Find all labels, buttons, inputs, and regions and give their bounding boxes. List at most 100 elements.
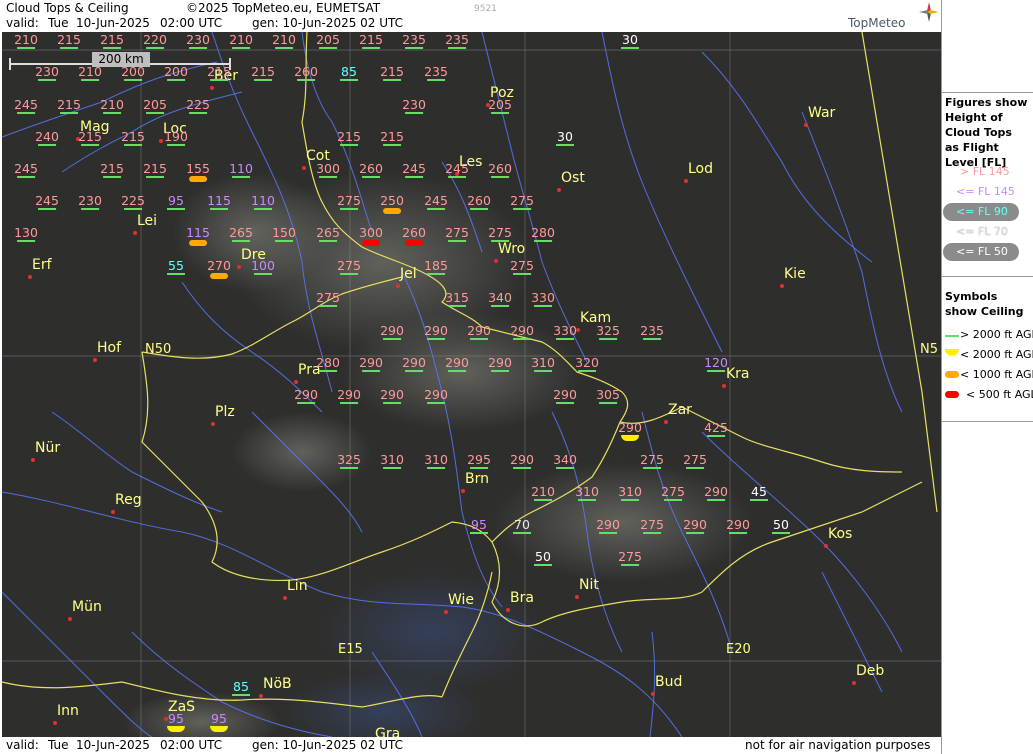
city-label: Bra [510,590,534,606]
cloud-top-value: 110 [229,161,253,178]
cloud-top-value: 200 [164,64,188,81]
ceiling-symbol [490,112,509,114]
cloud-top-value: 30 [556,129,574,146]
cloud-top-label: 215 [121,129,145,144]
ceiling-symbol [231,47,250,49]
legend-fl-70: <= FL 70 [956,225,1008,238]
ceiling-symbol [404,112,423,114]
ceiling-symbol [188,112,207,114]
ceiling-symbol [123,79,142,81]
gen-time: gen: 10-Jun-2025 02 UTC [252,16,404,30]
cloud-top-value: 205 [316,32,340,49]
ceiling-symbol [620,564,639,566]
cloud-top-value: 155 [186,161,210,182]
cloud-top-label: 110 [229,161,253,176]
cloud-top-label: 95 [471,517,487,532]
city-marker [684,179,688,183]
ceiling-symbol [145,176,164,178]
cloud-top-value: 260 [402,225,426,246]
city-marker [93,358,97,362]
cloud-top-label: 275 [510,258,534,273]
ceiling-symbol [382,467,401,469]
cloud-top-value: 265 [229,225,253,242]
cloud-top-value: 290 [294,387,318,404]
cloud-top-value: 310 [380,452,404,469]
cloud-top-value: 290 [337,387,361,404]
valid-time: 02:00 UTC [160,16,223,30]
cloud-top-value: 215 [57,32,81,49]
cloud-top-label: 245 [445,161,469,176]
city-marker [804,123,808,127]
ceiling-symbol [598,338,617,340]
cloud-top-label: 230 [186,32,210,47]
ceiling-symbol [167,208,185,210]
city-marker [283,596,287,600]
cloud-top-label: 320 [575,355,599,370]
cloud-patch [342,312,582,432]
cloud-top-value: 275 [683,452,707,469]
city-label: Reg [115,492,142,508]
cloud-top-value: 290 [402,355,426,372]
cloud-top-value: 210 [78,64,102,81]
cloud-top-label: 260 [488,161,512,176]
cloud-top-value: 230 [78,193,102,210]
cloud-top-label: 205 [143,97,167,112]
cloud-top-value: 215 [143,161,167,178]
ceiling-symbol [16,240,35,242]
cloud-top-value: 280 [531,225,555,242]
cloud-top-value: 235 [424,64,448,81]
ceiling-symbol [339,144,358,146]
ceiling-symbol [556,144,574,146]
city-label: Brn [465,471,489,487]
ceiling-symbol [620,435,639,441]
cloud-top-value: 235 [640,323,664,340]
cloud-top-label: 215 [359,32,383,47]
cloud-top-label: 325 [596,323,620,338]
cloud-top-value: 310 [575,484,599,501]
ceiling-symbol [274,47,293,49]
cloud-top-value: 260 [467,193,491,210]
ceiling-symbol [166,79,185,81]
cloud-top-label: 260 [359,161,383,176]
ceiling-symbol [772,532,790,534]
city-label: Lin [287,578,308,594]
ceiling-symbol [447,370,466,372]
cloud-top-value: 260 [359,161,383,178]
city-label: Ost [561,170,585,186]
city-label: Kie [784,266,806,282]
ceiling-symbol [426,402,445,404]
city-label: Nit [579,577,599,593]
map-area[interactable]: 200 km N50 N5 E15 E20 Ber Poz War Mag Loc Cot… [2,32,941,737]
ceiling-symbol [404,176,423,178]
cloud-top-value: 215 [337,129,361,146]
legend-fl-90: <= FL 90 [956,205,1008,218]
cloud-top-value: 290 [380,323,404,340]
cloud-top-value: 290 [618,420,642,441]
ceiling-symbol [166,144,185,146]
cloud-top-value: 265 [316,225,340,242]
cloud-top-label: 215 [207,64,231,79]
cloud-top-label: 210 [229,32,253,47]
cloud-top-value: 245 [35,193,59,210]
cloud-top-label: 230 [78,193,102,208]
cloud-top-label: 290 [618,420,642,435]
city-marker [211,422,215,426]
cloud-top-value: 290 [424,323,448,340]
cloud-top-label: 300 [316,161,340,176]
legend-panel: Figures show Height of Cloud Tops as Fli… [941,0,1033,754]
cloud-top-value: 305 [596,387,620,404]
city-label: NöB [263,676,292,692]
cloud-top-label: 275 [510,193,534,208]
lon-label-e20: E20 [726,642,751,657]
cloud-top-label: 85 [341,64,357,79]
cloud-top-label: 190 [164,129,188,144]
cloud-top-value: 70 [513,517,531,534]
city-label: Kra [726,366,750,382]
ceiling-symbol [188,176,207,182]
cloud-top-label: 290 [726,517,750,532]
ceiling-symbol [59,112,78,114]
city-marker [302,166,306,170]
legend-ceil-500: < 500 ft AGL [966,388,1033,401]
cloud-top-value: 275 [510,258,534,275]
city-label: Plz [215,404,235,420]
